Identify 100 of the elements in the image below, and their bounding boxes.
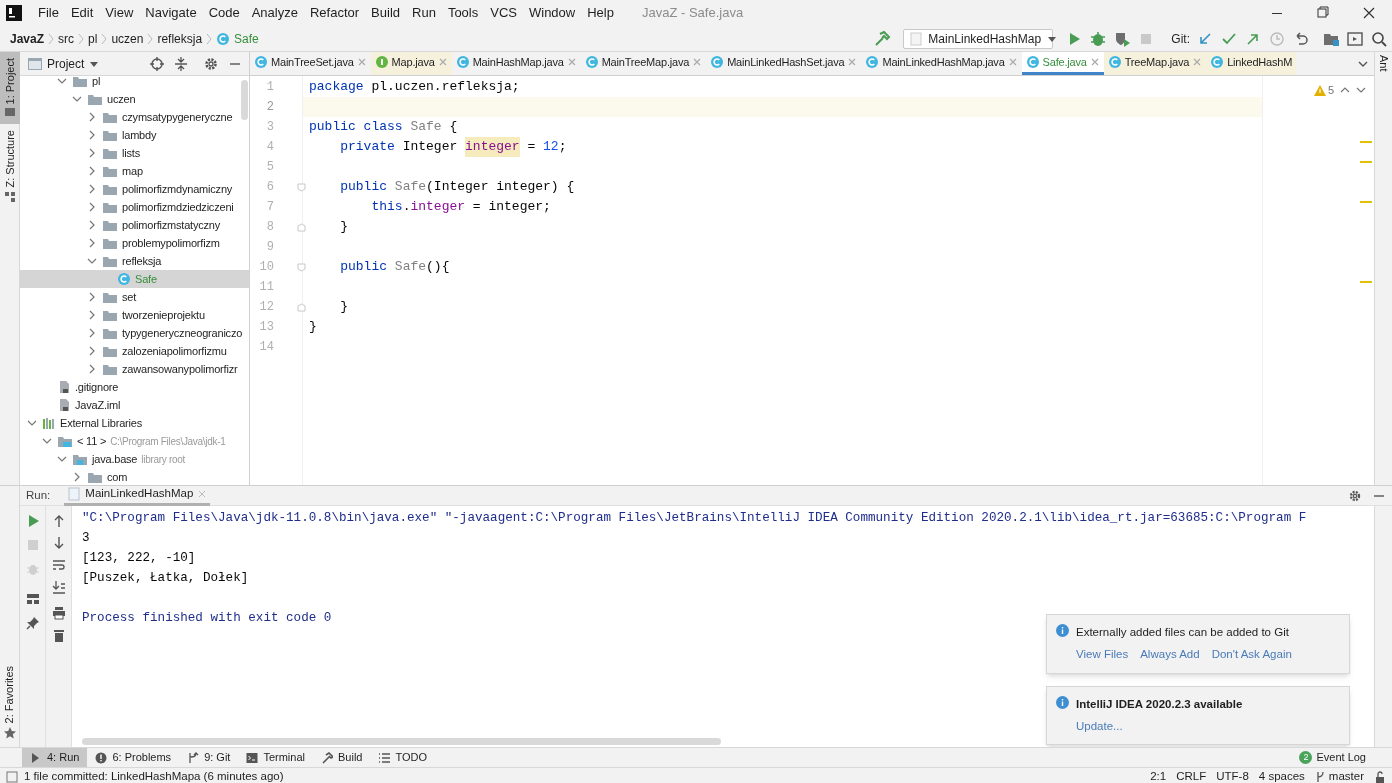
menu-item[interactable]: Analyze — [245, 3, 304, 23]
checkbox-icon[interactable] — [6, 770, 18, 783]
tree-item[interactable]: uczen — [20, 90, 249, 108]
close-icon[interactable] — [692, 57, 703, 67]
tool-window-tab[interactable]: 2: Favorites — [1, 665, 18, 739]
tree-item[interactable]: zalozeniapolimorfizmu — [20, 342, 249, 360]
tool-window-tab[interactable]: 6: Problems — [87, 747, 180, 768]
branch-widget[interactable]: master — [1314, 767, 1364, 783]
close-icon[interactable] — [1007, 57, 1018, 67]
tree-item[interactable]: polimorfizmdynamiczny — [20, 180, 249, 198]
scroll-to-end-icon[interactable] — [51, 580, 66, 594]
menu-item[interactable]: Window — [522, 3, 582, 23]
tool-window-tab[interactable]: 9: Git — [179, 747, 239, 768]
breadcrumb[interactable]: JavaZ — [10, 29, 45, 48]
menu-item[interactable]: Edit — [64, 3, 100, 23]
project-view-dropdown[interactable]: Project — [28, 54, 100, 73]
close-icon[interactable] — [1089, 57, 1100, 67]
tree-item[interactable]: pl — [20, 76, 249, 90]
menu-item[interactable]: Code — [202, 3, 246, 23]
event-log-button[interactable]: 2 Event Log — [1299, 749, 1366, 766]
tree-item[interactable]: polimorfizmdziedziczeni — [20, 198, 249, 216]
editor-tab[interactable]: MainTreeSet.java — [250, 52, 371, 75]
close-icon[interactable] — [847, 57, 858, 67]
editor-tab[interactable]: MainLinkedHashMap.java — [861, 52, 1022, 75]
breadcrumb[interactable]: src — [58, 29, 75, 48]
search-icon[interactable] — [1370, 29, 1388, 48]
menu-item[interactable]: Help — [581, 3, 620, 23]
editor-tab[interactable]: Safe.java — [1021, 52, 1104, 75]
settings-icon[interactable] — [1348, 488, 1362, 503]
tree-item[interactable]: typygeneryczneograniczo — [20, 324, 249, 342]
editor-tab[interactable]: MainLinkedHashSet.java — [706, 52, 862, 75]
soft-wrap-icon[interactable] — [51, 558, 66, 572]
tree-item[interactable]: map — [20, 162, 249, 180]
status-item[interactable]: CRLF — [1176, 767, 1207, 783]
editor-tab[interactable]: TreeMap.java — [1103, 52, 1207, 75]
collapse-icon[interactable] — [173, 55, 189, 72]
editor-tab[interactable]: MainTreeMap.java — [580, 52, 707, 75]
tree-item[interactable]: java.base library root — [20, 450, 249, 468]
menu-item[interactable]: File — [32, 3, 65, 23]
editor-tab[interactable]: Map.java — [370, 52, 452, 75]
breadcrumb[interactable]: pl — [88, 29, 98, 48]
menu-item[interactable]: Navigate — [139, 3, 203, 23]
scrollbar-thumb[interactable] — [241, 80, 248, 120]
tree-item[interactable]: problemypolimorfizm — [20, 234, 249, 252]
close-icon[interactable] — [1192, 57, 1203, 67]
tree-item[interactable]: zawansowanypolimorfizr — [20, 360, 249, 378]
tree-item[interactable]: com — [20, 468, 249, 485]
notification-link[interactable]: View Files — [1076, 646, 1129, 664]
status-item[interactable]: 2:1 — [1150, 767, 1167, 783]
notification-link[interactable]: Update... — [1076, 717, 1123, 735]
print-icon[interactable] — [51, 606, 66, 620]
close-icon[interactable] — [437, 57, 448, 67]
close-icon[interactable] — [356, 57, 367, 67]
bug-icon[interactable] — [1089, 29, 1108, 48]
tree-item[interactable]: External Libraries — [20, 414, 249, 432]
lock-icon[interactable] — [1374, 770, 1386, 783]
notification-link[interactable]: Always Add — [1140, 646, 1200, 664]
tool-window-tab[interactable]: 1: Project — [0, 52, 20, 125]
tool-window-tab[interactable]: 4: Run — [22, 747, 88, 768]
tree-item[interactable]: < 11 > C:\Program Files\Java\jdk-1 — [20, 432, 249, 450]
notification-link[interactable]: Don't Ask Again — [1211, 646, 1292, 664]
editor-tab[interactable]: LinkedHashM — [1206, 52, 1297, 75]
warning-count[interactable]: 5 — [1327, 82, 1334, 99]
tree-item[interactable]: lambdy — [20, 126, 249, 144]
menu-item[interactable]: VCS — [484, 3, 523, 23]
tree-item[interactable]: polimorfizmstatyczny — [20, 216, 249, 234]
close-icon[interactable] — [198, 490, 207, 498]
breadcrumb[interactable]: uczen — [111, 29, 144, 48]
layout-icon[interactable] — [25, 592, 40, 606]
menu-item[interactable]: Refactor — [303, 3, 366, 23]
presentation-icon[interactable] — [1346, 29, 1364, 48]
tool-window-tab[interactable]: Build — [313, 747, 371, 768]
hammer-icon[interactable] — [873, 29, 892, 48]
menu-item[interactable]: Tools — [441, 3, 485, 23]
scrollbar-thumb[interactable] — [82, 738, 721, 745]
menu-item[interactable]: View — [99, 3, 140, 23]
tool-window-tab[interactable]: TODO — [370, 747, 436, 768]
clock-icon[interactable] — [1268, 29, 1286, 48]
tree-item[interactable]: .gitignore — [20, 378, 249, 396]
editor-tab[interactable]: MainHashMap.java — [451, 52, 581, 75]
tree-item[interactable]: refleksja — [20, 252, 249, 270]
status-item[interactable]: 4 spaces — [1258, 767, 1305, 783]
target-icon[interactable] — [149, 55, 165, 72]
tree-item[interactable]: JavaZ.iml — [20, 396, 249, 414]
breadcrumb[interactable]: Safe — [234, 29, 259, 48]
menu-item[interactable]: Build — [365, 3, 406, 23]
close-icon[interactable] — [566, 57, 577, 67]
tool-window-tab[interactable]: Z: Structure — [0, 124, 20, 208]
run-config-dropdown[interactable]: MainLinkedHashMap — [903, 28, 1054, 49]
tree-item[interactable]: set — [20, 288, 249, 306]
trash-icon[interactable] — [51, 628, 66, 642]
pin-icon[interactable] — [25, 616, 40, 630]
menu-item[interactable]: Run — [406, 3, 442, 23]
tree-item[interactable]: lists — [20, 144, 249, 162]
breadcrumb[interactable]: refleksja — [157, 29, 203, 48]
status-item[interactable]: UTF-8 — [1216, 767, 1249, 783]
tool-window-tab[interactable]: Ant — [1375, 55, 1392, 72]
tree-item[interactable]: czymsatypygeneryczne — [20, 108, 249, 126]
settings-icon[interactable] — [203, 55, 219, 72]
tree-item[interactable]: tworzenieprojektu — [20, 306, 249, 324]
